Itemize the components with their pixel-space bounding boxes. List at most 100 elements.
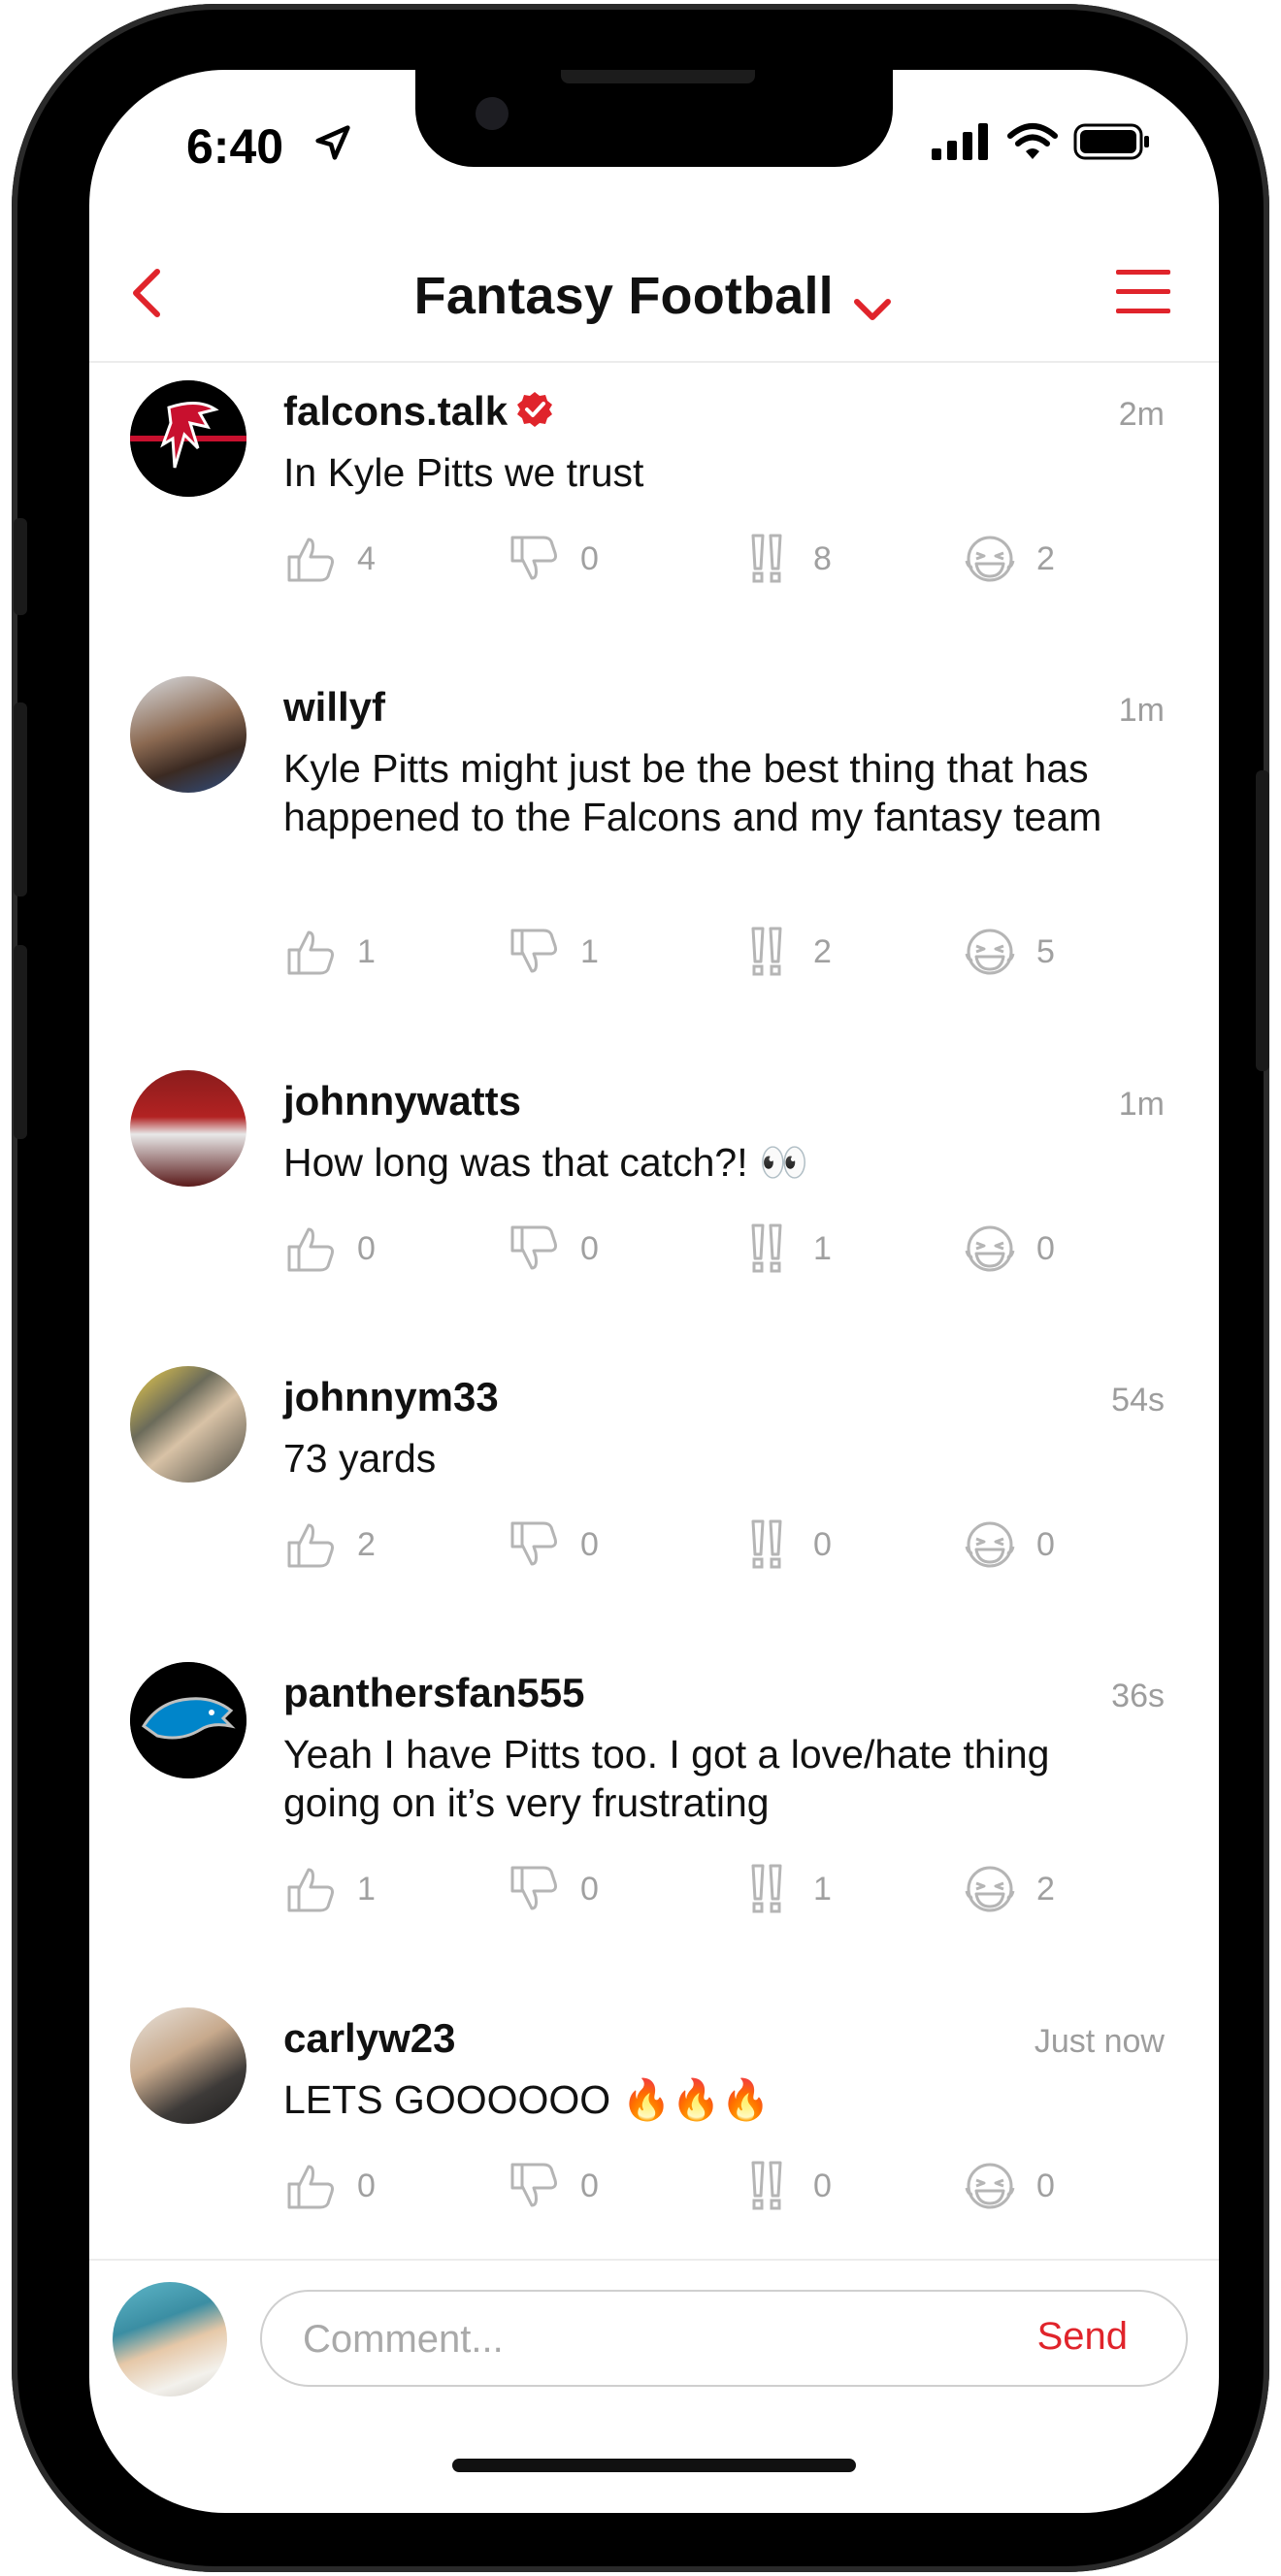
wifi-icon — [1007, 123, 1058, 159]
thumbs-up-icon — [287, 930, 334, 975]
wow-count: 0 — [813, 1525, 832, 1563]
reaction-bar: 0 0 0 0 — [283, 2159, 1118, 2213]
like-button[interactable]: 1 — [283, 1862, 376, 1916]
comment-item: johnnym33 54s 73 yards 2 0 0 0 — [89, 1356, 1219, 1652]
thumbs-up-icon — [287, 538, 334, 582]
laugh-button[interactable]: 0 — [963, 2159, 1055, 2213]
chevron-down-icon — [854, 298, 892, 320]
avatar[interactable] — [130, 1366, 246, 1483]
wow-count: 0 — [813, 2167, 832, 2204]
double-exclamation-icon — [751, 1519, 782, 1569]
comment-item: carlyw23 Just now LETS GOOOOOO 🔥🔥🔥 0 0 0 — [89, 1998, 1219, 2289]
username[interactable]: falcons.talk — [283, 388, 554, 435]
page-title: Fantasy Football — [413, 267, 834, 325]
laugh-button[interactable]: 5 — [963, 925, 1055, 979]
laughing-face-icon — [965, 1225, 1015, 1272]
laugh-button[interactable]: 2 — [963, 1862, 1055, 1916]
wow-button[interactable]: 2 — [739, 925, 832, 979]
wow-button[interactable]: 0 — [739, 2159, 832, 2213]
wow-button[interactable]: 1 — [739, 1222, 832, 1276]
dislike-count: 0 — [580, 1870, 599, 1908]
laugh-count: 0 — [1036, 2167, 1055, 2204]
wow-button[interactable]: 0 — [739, 1517, 832, 1572]
comment-item: panthersfan555 36s Yeah I have Pitts too… — [89, 1652, 1219, 1998]
laugh-button[interactable]: 2 — [963, 532, 1055, 586]
dislike-button[interactable]: 1 — [507, 925, 599, 979]
dislike-button[interactable]: 0 — [507, 1517, 599, 1572]
double-exclamation-icon — [751, 2161, 782, 2210]
laugh-count: 5 — [1036, 932, 1055, 970]
like-count: 2 — [357, 1525, 376, 1563]
dislike-count: 0 — [580, 539, 599, 577]
like-count: 1 — [357, 932, 376, 970]
dislike-count: 0 — [580, 1229, 599, 1267]
laughing-face-icon — [965, 1521, 1015, 1568]
laugh-button[interactable]: 0 — [963, 1222, 1055, 1276]
avatar[interactable] — [130, 380, 246, 497]
wow-button[interactable]: 1 — [739, 1862, 832, 1916]
avatar[interactable] — [130, 1662, 246, 1778]
panthers-logo-icon — [130, 1662, 246, 1778]
status-icons — [932, 122, 1151, 161]
comment-text: Kyle Pitts might just be the best thing … — [283, 746, 1102, 839]
double-exclamation-icon — [751, 534, 782, 583]
comment-text: How long was that catch?! 👀 — [283, 1140, 809, 1185]
thumbs-up-icon — [287, 1868, 334, 1912]
like-button[interactable]: 0 — [283, 1222, 376, 1276]
current-user-avatar[interactable] — [113, 2282, 227, 2397]
home-indicator[interactable] — [452, 2459, 856, 2472]
phone-frame: 6:40 Fantasy Football falcons.talk 2m In… — [12, 4, 1269, 2572]
like-button[interactable]: 4 — [283, 532, 376, 586]
like-button[interactable]: 1 — [283, 925, 376, 979]
battery-icon — [1073, 123, 1149, 160]
timestamp: 54s — [1111, 1382, 1165, 1418]
comment-input[interactable] — [301, 2292, 984, 2387]
dislike-button[interactable]: 0 — [507, 532, 599, 586]
wow-count: 2 — [813, 932, 832, 970]
comment-text: 73 yards — [283, 1436, 437, 1481]
like-count: 0 — [357, 2167, 376, 2204]
avatar[interactable] — [130, 1070, 246, 1187]
header: Fantasy Football — [89, 233, 1219, 363]
dislike-button[interactable]: 0 — [507, 2159, 599, 2213]
signal-icon — [932, 123, 988, 160]
username[interactable]: johnnym33 — [283, 1374, 499, 1420]
like-button[interactable]: 2 — [283, 1517, 376, 1572]
comment-text: Yeah I have Pitts too. I got a love/hate… — [283, 1732, 1050, 1825]
wow-count: 1 — [813, 1870, 832, 1908]
timestamp: 1m — [1118, 692, 1165, 729]
falcons-logo-icon — [130, 380, 246, 497]
username[interactable]: carlyw23 — [283, 2015, 455, 2062]
comment-feed: falcons.talk 2m In Kyle Pitts we trust 4… — [89, 371, 1219, 2289]
laughing-face-icon — [965, 536, 1015, 582]
timestamp: 1m — [1118, 1086, 1165, 1123]
laugh-button[interactable]: 0 — [963, 1517, 1055, 1572]
title-dropdown[interactable]: Fantasy Football — [89, 266, 1219, 326]
thumbs-down-icon — [510, 536, 557, 580]
laughing-face-icon — [965, 2163, 1015, 2209]
reaction-bar: 1 0 1 2 — [283, 1862, 1118, 1916]
username[interactable]: panthersfan555 — [283, 1670, 584, 1716]
comment-text: LETS GOOOOOO 🔥🔥🔥 — [283, 2077, 771, 2122]
notch — [415, 70, 893, 167]
comment-item: falcons.talk 2m In Kyle Pitts we trust 4… — [89, 371, 1219, 667]
username-text: falcons.talk — [283, 388, 509, 434]
screen: 6:40 Fantasy Football falcons.talk 2m In… — [89, 70, 1219, 2513]
double-exclamation-icon — [751, 1223, 782, 1273]
wow-button[interactable]: 8 — [739, 532, 832, 586]
double-exclamation-icon — [751, 1864, 782, 1913]
send-button[interactable]: Send — [1037, 2315, 1128, 2359]
username[interactable]: johnnywatts — [283, 1078, 521, 1125]
dislike-button[interactable]: 0 — [507, 1222, 599, 1276]
thumbs-down-icon — [510, 929, 557, 973]
thumbs-down-icon — [510, 2163, 557, 2207]
timestamp: 36s — [1111, 1678, 1165, 1714]
username[interactable]: willyf — [283, 684, 385, 731]
volume-up-button — [14, 702, 27, 897]
like-button[interactable]: 0 — [283, 2159, 376, 2213]
avatar[interactable] — [130, 2007, 246, 2124]
avatar[interactable] — [130, 676, 246, 793]
like-count: 4 — [357, 539, 376, 577]
dislike-button[interactable]: 0 — [507, 1862, 599, 1916]
hamburger-menu-icon[interactable] — [1116, 268, 1170, 316]
